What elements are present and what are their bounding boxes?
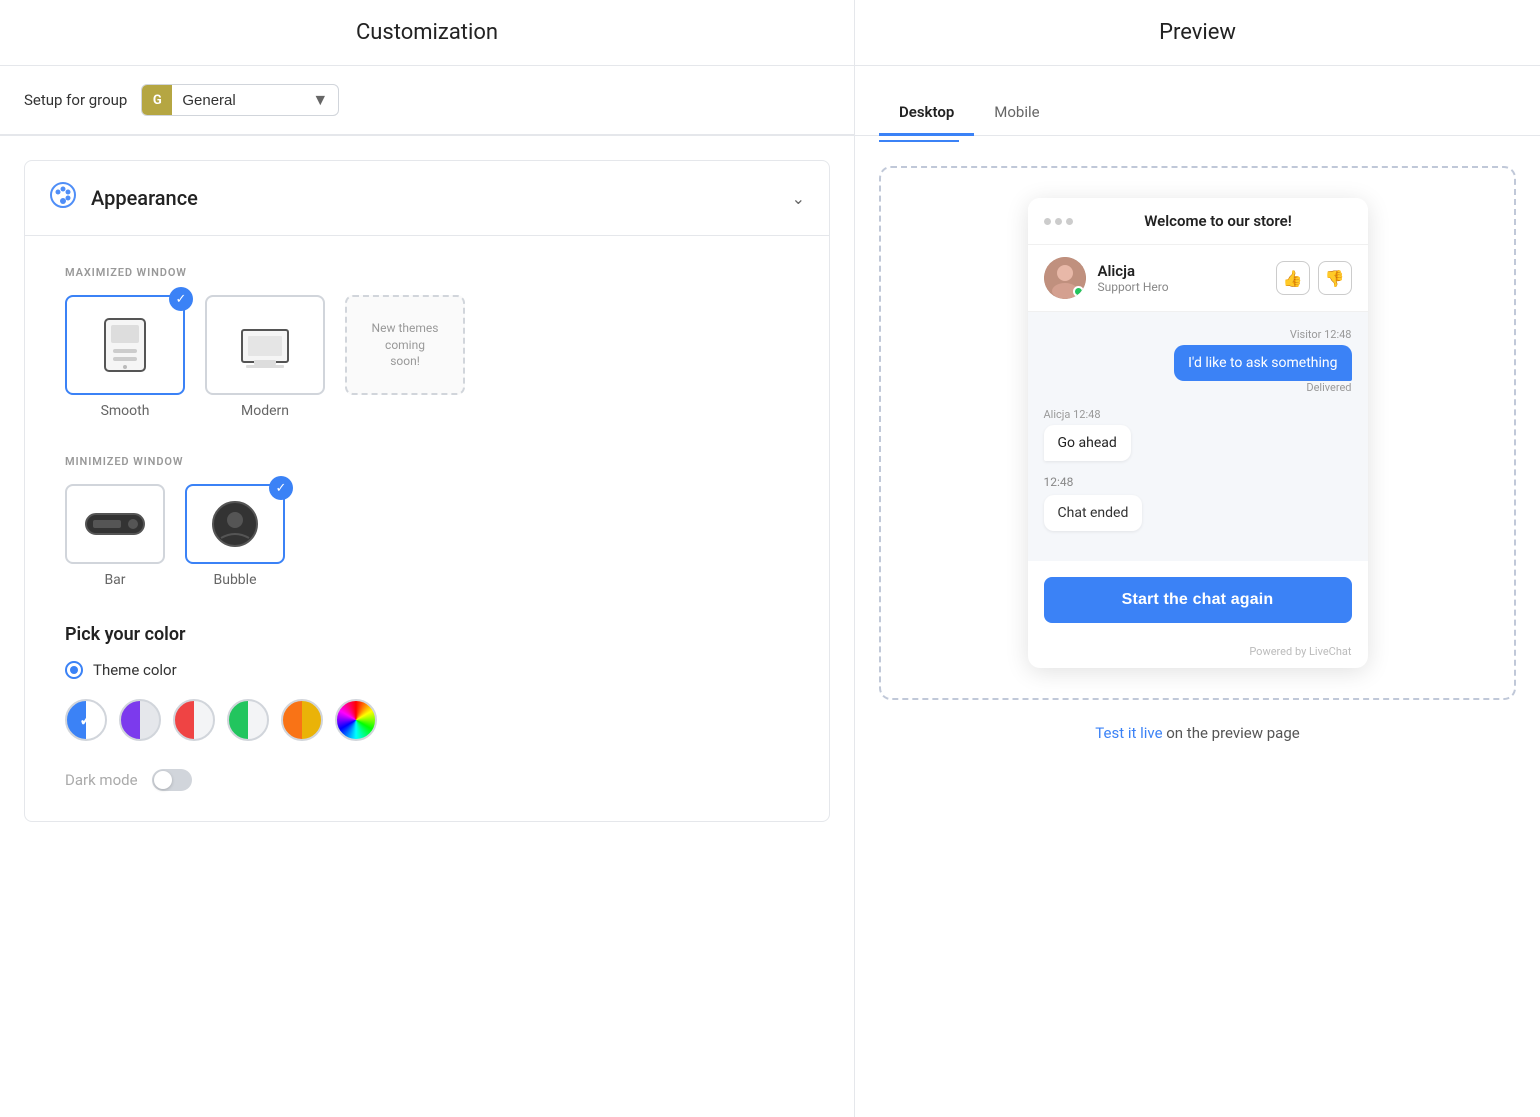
test-live-link[interactable]: Test it live [1095,724,1162,742]
swatch-purple[interactable] [119,699,161,741]
message-visitor: Visitor 12:48 I'd like to ask something … [1044,328,1352,394]
chat-widget: Welcome to our store! [1028,198,1368,668]
test-live-text: Test it live on the preview page [879,724,1516,742]
thumbs-down-btn[interactable]: 👎 [1318,261,1352,295]
color-section-title: Pick your color [65,624,789,645]
swatch-green[interactable] [227,699,269,741]
radio-inner [70,666,78,674]
theme-box-bubble[interactable]: ✓ [185,484,285,564]
minimized-label: MINIMIZED WINDOW [65,455,789,468]
right-panel-header: Preview [855,0,1540,65]
agent-name: Alicja [1098,262,1276,280]
appearance-card: Appearance ⌄ MAXIMIZED WINDOW ✓ [24,160,830,822]
minimized-theme-grid: Bar ✓ Bubble [65,484,789,588]
agent-bubble: Go ahead [1044,425,1131,461]
theme-name-smooth: Smooth [101,403,150,419]
swatch-red[interactable] [173,699,215,741]
online-dot [1073,286,1084,297]
swatch-rainbow[interactable] [335,699,377,741]
chat-ended-bubble: Chat ended [1044,495,1143,531]
visitor-bubble: I'd like to ask something [1174,345,1351,381]
customization-title: Customization [20,20,834,45]
theme-new: New themescomingsoon! [345,295,465,419]
preview-tabs-container: Desktop Mobile [855,66,1540,135]
palette-icon [49,181,77,215]
agent-avatar [1044,257,1086,299]
theme-smooth[interactable]: ✓ Smooth [65,295,185,419]
test-live-suffix: on the preview page [1163,724,1300,742]
agent-role: Support Hero [1098,280,1276,294]
maximized-theme-grid: ✓ Smooth [65,295,789,419]
color-swatches [65,699,789,741]
color-option-theme[interactable]: Theme color [65,661,789,679]
thumbs-up-btn[interactable]: 👍 [1276,261,1310,295]
left-panel-header: Customization [0,0,855,65]
toggle-knob [154,771,172,789]
appearance-header-left: Appearance [49,181,198,215]
theme-name-modern: Modern [241,403,289,419]
appearance-title: Appearance [91,186,198,210]
chat-cta: Start the chat again [1028,561,1368,639]
dot-3 [1066,218,1073,225]
swatch-orange[interactable] [281,699,323,741]
message-system: 12:48 Chat ended [1044,475,1352,531]
agent-actions: 👍 👎 [1276,261,1352,295]
powered-by: Powered by LiveChat [1028,639,1368,668]
theme-box-smooth[interactable]: ✓ [65,295,185,395]
theme-box-bar[interactable] [65,484,165,564]
agent-info: Alicja Support Hero [1098,262,1276,294]
preview-title: Preview [875,20,1520,45]
group-select[interactable]: General [172,86,312,115]
maximized-label: MAXIMIZED WINDOW [65,266,789,279]
dark-mode-toggle[interactable] [152,769,192,791]
visitor-meta: Visitor 12:48 [1044,328,1352,341]
appearance-body: MAXIMIZED WINDOW ✓ [25,236,829,821]
delivered-text: Delivered [1044,381,1352,394]
chat-agent-bar: Alicja Support Hero 👍 👎 [1028,245,1368,312]
tab-mobile[interactable]: Mobile [974,91,1059,136]
chat-dots [1044,218,1073,225]
group-icon: G [142,85,172,115]
tab-desktop[interactable]: Desktop [879,91,974,136]
preview-tabs: Desktop Mobile [879,81,1516,135]
swatch-blue[interactable] [65,699,107,741]
chat-welcome-text: Welcome to our store! [1085,212,1352,230]
theme-bubble[interactable]: ✓ Bubble [185,484,285,588]
dark-mode-label: Dark mode [65,771,138,789]
theme-bar[interactable]: Bar [65,484,165,588]
select-arrow-icon: ▼ [312,90,338,110]
right-panel: Welcome to our store! [855,136,1540,1117]
left-panel: Appearance ⌄ MAXIMIZED WINDOW ✓ [0,136,855,1117]
agent-meta: Alicja 12:48 [1044,408,1352,421]
chat-preview-container: Welcome to our store! [879,166,1516,700]
chevron-down-icon: ⌄ [792,189,805,208]
check-badge-bubble: ✓ [269,476,293,500]
dot-1 [1044,218,1051,225]
setup-label: Setup for group [24,91,127,109]
theme-box-modern[interactable] [205,295,325,395]
system-time: 12:48 [1044,475,1352,489]
check-badge-smooth: ✓ [169,287,193,311]
theme-name-bar: Bar [104,572,125,588]
new-themes-text: New themescomingsoon! [364,312,447,378]
theme-modern[interactable]: Modern [205,295,325,419]
dark-mode-row: Dark mode [65,769,789,791]
group-select-wrapper[interactable]: G General ▼ [141,84,339,116]
theme-name-bubble: Bubble [214,572,257,588]
chat-widget-header: Welcome to our store! [1028,198,1368,245]
radio-theme-color[interactable] [65,661,83,679]
appearance-header[interactable]: Appearance ⌄ [25,161,829,236]
setup-bar: Setup for group G General ▼ [0,66,855,135]
color-option-label: Theme color [93,661,177,679]
start-chat-button[interactable]: Start the chat again [1044,577,1352,623]
theme-box-new: New themescomingsoon! [345,295,465,395]
chat-messages: Visitor 12:48 I'd like to ask something … [1028,312,1368,561]
message-agent: Alicja 12:48 Go ahead [1044,408,1352,461]
dot-2 [1055,218,1062,225]
